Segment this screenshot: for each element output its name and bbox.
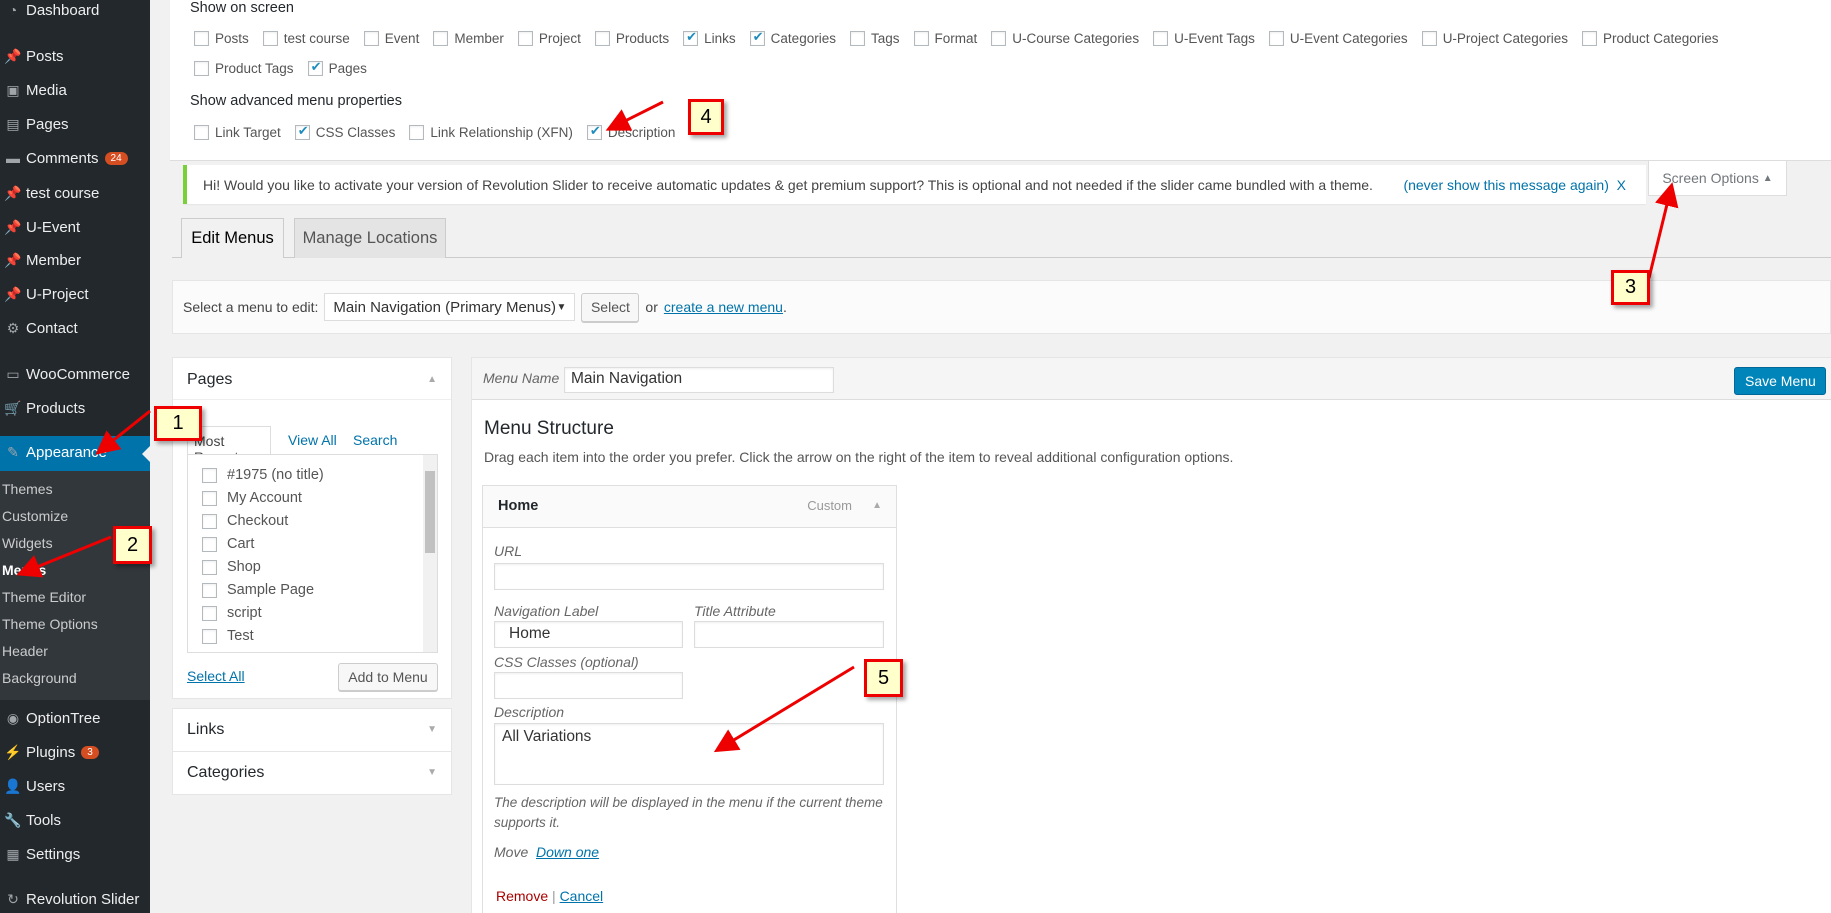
annotation-arrows (16, 100, 1679, 753)
annotation-1: 1 (154, 406, 202, 441)
annotation-arrow-1 (95, 409, 151, 455)
annotation-arrow-3 (1647, 182, 1679, 279)
annotation-3: 3 (1611, 270, 1650, 305)
annotation-arrow-4 (605, 100, 664, 131)
annotation-2: 2 (113, 526, 152, 564)
annotation-4: 4 (688, 99, 724, 135)
annotation-arrow-2 (16, 535, 112, 578)
annotation-arrow-5 (713, 665, 855, 753)
annotation-5: 5 (864, 659, 903, 697)
